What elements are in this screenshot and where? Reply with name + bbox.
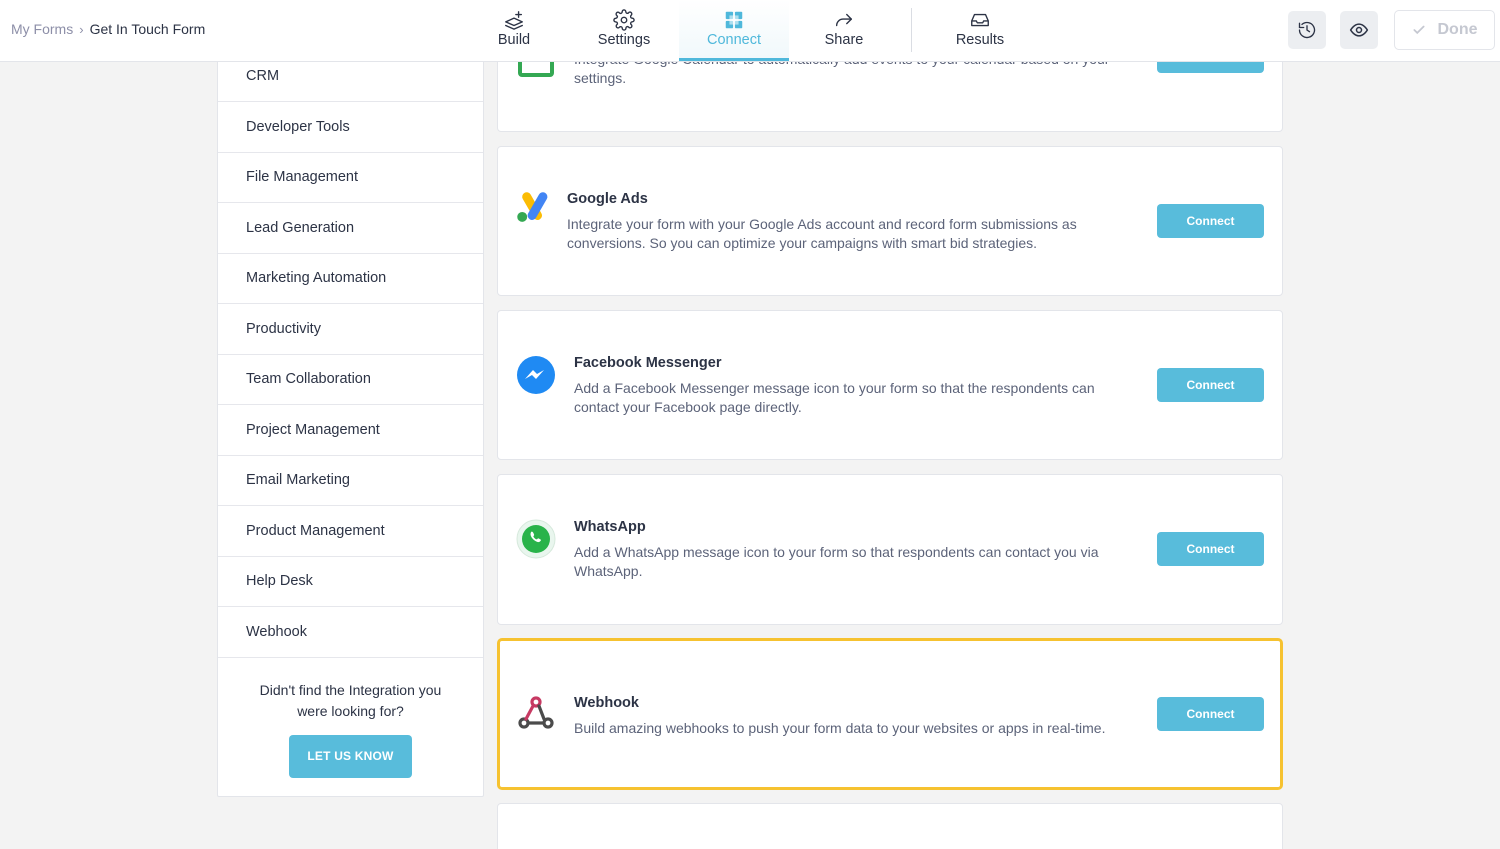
sidebar-help: Didn't find the Integration you were loo… bbox=[218, 658, 483, 778]
sidebar-item-lead-generation[interactable]: Lead Generation bbox=[218, 203, 483, 254]
sidebar-item-label: Team Collaboration bbox=[246, 371, 371, 388]
tab-build-label: Build bbox=[497, 32, 531, 48]
sidebar-item-project-management[interactable]: Project Management bbox=[218, 405, 483, 456]
breadcrumb-my-forms[interactable]: My Forms bbox=[11, 21, 73, 37]
integration-desc: Integrate your form with your Google Ads… bbox=[567, 216, 1077, 251]
sidebar-item-label: Email Marketing bbox=[246, 472, 350, 489]
eye-icon bbox=[1349, 23, 1369, 37]
done-label: Done bbox=[1437, 21, 1478, 38]
breadcrumb-separator: › bbox=[79, 21, 84, 37]
sidebar-item-label: File Management bbox=[246, 169, 359, 186]
integration-title: Webhook bbox=[574, 695, 639, 711]
tab-settings[interactable]: Settings bbox=[569, 0, 679, 61]
done-button[interactable]: Done bbox=[1394, 10, 1495, 50]
help-text: Didn't find the Integration you were loo… bbox=[259, 681, 442, 719]
share-icon bbox=[835, 13, 853, 27]
integration-card-webhook: Webhook Build amazing webhooks to push y… bbox=[497, 638, 1283, 790]
tab-results-label: Results bbox=[955, 32, 1005, 48]
sidebar-item-label: Help Desk bbox=[246, 573, 313, 590]
integration-title: Facebook Messenger bbox=[574, 355, 722, 371]
check-icon bbox=[1412, 25, 1425, 35]
integration-card-whatsapp: WhatsApp Add a WhatsApp message icon to … bbox=[497, 474, 1283, 625]
integration-desc: Add a Facebook Messenger message icon to… bbox=[574, 380, 1095, 415]
sidebar-item-label: Productivity bbox=[246, 320, 321, 337]
integration-title: Google Ads bbox=[567, 191, 648, 207]
messenger-icon bbox=[516, 355, 556, 395]
sidebar-item-product-management[interactable]: Product Management bbox=[218, 506, 483, 557]
tab-build[interactable]: Build bbox=[459, 0, 569, 61]
tab-settings-label: Settings bbox=[597, 32, 651, 48]
connect-button-facebook-messenger[interactable]: Connect bbox=[1157, 368, 1264, 402]
inbox-icon bbox=[971, 13, 989, 27]
integration-card-next bbox=[497, 803, 1283, 849]
connect-button-webhook[interactable]: Connect bbox=[1157, 697, 1264, 731]
gear-icon bbox=[613, 9, 635, 31]
sidebar-item-label: Webhook bbox=[246, 623, 307, 640]
top-bar: My Forms › Get In Touch Form Build Setti… bbox=[0, 0, 1500, 62]
tab-share-label: Share bbox=[824, 32, 864, 48]
integration-title: WhatsApp bbox=[574, 519, 646, 535]
sidebar-item-help-desk[interactable]: Help Desk bbox=[218, 557, 483, 607]
breadcrumb-current: Get In Touch Form bbox=[89, 21, 206, 37]
nav-divider bbox=[911, 8, 912, 52]
history-button[interactable] bbox=[1288, 11, 1326, 49]
integration-desc: Build amazing webhooks to push your form… bbox=[574, 720, 1106, 736]
integration-card-facebook-messenger: Facebook Messenger Add a Facebook Messen… bbox=[497, 310, 1283, 460]
sidebar-item-productivity[interactable]: Productivity bbox=[218, 304, 483, 355]
let-us-know-button[interactable]: LET US KNOW bbox=[289, 734, 412, 778]
tab-connect-label: Connect bbox=[706, 32, 761, 48]
connect-button-google-ads[interactable]: Connect bbox=[1157, 204, 1264, 238]
sidebar-item-label: Lead Generation bbox=[246, 219, 355, 236]
tab-share[interactable]: Share bbox=[789, 0, 899, 61]
puzzle-icon bbox=[725, 11, 743, 29]
google-ads-icon bbox=[515, 189, 555, 229]
connect-button-whatsapp[interactable]: Connect bbox=[1157, 532, 1264, 566]
tab-results[interactable]: Results bbox=[924, 0, 1036, 61]
sidebar-item-marketing-automation[interactable]: Marketing Automation bbox=[218, 254, 483, 304]
build-icon bbox=[505, 11, 523, 30]
whatsapp-icon bbox=[516, 519, 556, 559]
integration-card-google-ads: Google Ads Integrate your form with your… bbox=[497, 146, 1283, 296]
sidebar-item-label: CRM bbox=[246, 68, 280, 84]
sidebar-item-developer-tools[interactable]: Developer Tools bbox=[218, 102, 483, 153]
history-icon bbox=[1298, 21, 1316, 39]
sidebar-item-webhook[interactable]: Webhook bbox=[218, 607, 483, 658]
sidebar-item-label: Developer Tools bbox=[246, 118, 350, 135]
category-sidebar: CRM Developer Tools File Management Lead… bbox=[217, 50, 484, 797]
sidebar-item-file-management[interactable]: File Management bbox=[218, 153, 483, 203]
integration-desc: Add a WhatsApp message icon to your form… bbox=[574, 544, 1099, 579]
webhook-icon bbox=[516, 693, 556, 733]
sidebar-item-label: Marketing Automation bbox=[246, 270, 387, 287]
main-nav: Build Settings Connect Share Results bbox=[459, 0, 1036, 61]
sidebar-item-label: Product Management bbox=[246, 522, 385, 539]
sidebar-item-label: Project Management bbox=[246, 421, 380, 438]
sidebar-item-team-collaboration[interactable]: Team Collaboration bbox=[218, 355, 483, 405]
tab-connect[interactable]: Connect bbox=[679, 0, 789, 61]
preview-button[interactable] bbox=[1340, 11, 1378, 49]
breadcrumb: My Forms › Get In Touch Form bbox=[11, 21, 205, 37]
sidebar-item-email-marketing[interactable]: Email Marketing bbox=[218, 456, 483, 506]
